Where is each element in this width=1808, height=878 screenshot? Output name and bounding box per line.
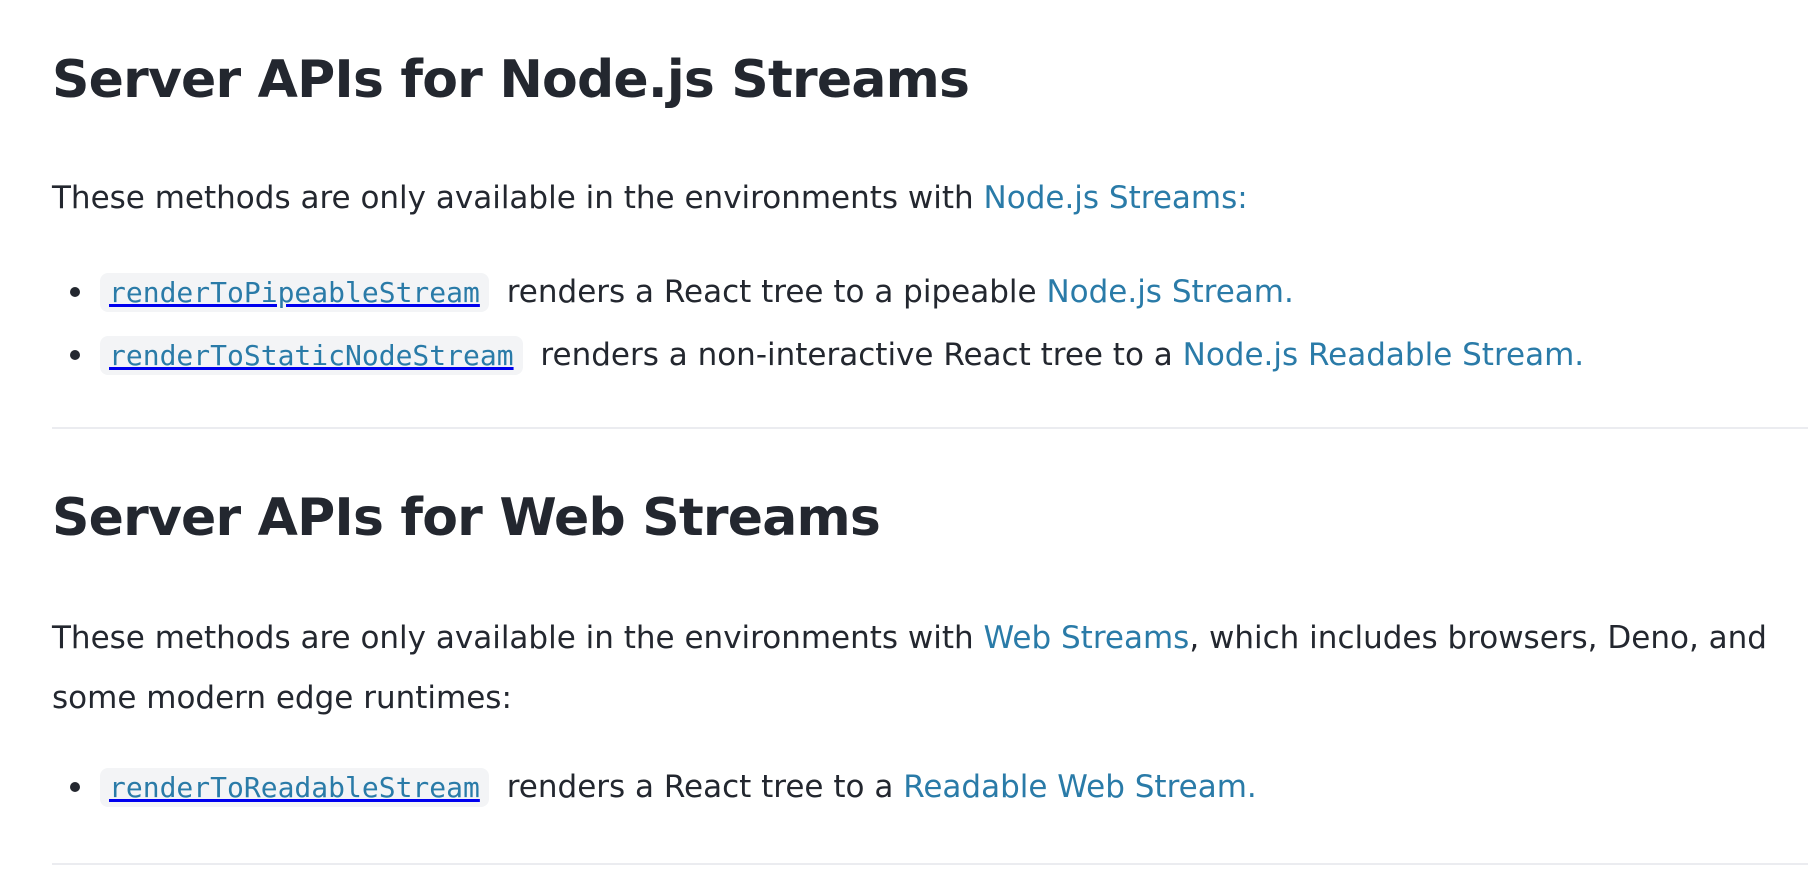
list-item-text: renders a React tree to a (496, 769, 904, 805)
readable-web-stream-link[interactable]: Readable Web Stream. (903, 769, 1257, 805)
web-streams-api-list: renderToReadableStream renders a React t… (52, 756, 1257, 819)
section-divider (52, 427, 1808, 429)
render-to-pipeable-stream-link[interactable]: renderToPipeableStream (100, 273, 497, 312)
list-item-text: renders a non-interactive React tree to … (530, 337, 1183, 373)
heading-node-streams: Server APIs for Node.js Streams (52, 50, 970, 110)
web-streams-intro-text: These methods are only available in the … (52, 620, 984, 656)
node-streams-intro: These methods are only available in the … (52, 168, 1772, 228)
heading-web-streams: Server APIs for Web Streams (52, 488, 881, 548)
node-streams-intro-text: These methods are only available in the … (52, 180, 984, 216)
api-code: renderToStaticNodeStream (100, 336, 523, 375)
api-code: renderToReadableStream (100, 768, 489, 807)
web-streams-link[interactable]: Web Streams (984, 620, 1190, 656)
render-to-readable-stream-link[interactable]: renderToReadableStream (100, 768, 497, 807)
render-to-static-node-stream-link[interactable]: renderToStaticNodeStream (100, 336, 531, 375)
bullet-icon (70, 782, 80, 792)
list-item: renderToStaticNodeStream renders a non-i… (52, 324, 1584, 387)
node-streams-api-list: renderToPipeableStream renders a React t… (52, 261, 1584, 387)
docs-page: Server APIs for Node.js Streams These me… (0, 0, 1808, 878)
bullet-icon (70, 350, 80, 360)
node-readable-stream-link[interactable]: Node.js Readable Stream. (1183, 337, 1585, 373)
list-item-text: renders a React tree to a pipeable (496, 274, 1047, 310)
node-streams-link[interactable]: Node.js Streams: (984, 180, 1248, 216)
list-item: renderToReadableStream renders a React t… (52, 756, 1257, 819)
api-code: renderToPipeableStream (100, 273, 489, 312)
node-stream-link[interactable]: Node.js Stream. (1046, 274, 1293, 310)
bullet-icon (70, 287, 80, 297)
web-streams-intro: These methods are only available in the … (52, 608, 1772, 728)
section-divider (52, 863, 1808, 865)
list-item: renderToPipeableStream renders a React t… (52, 261, 1584, 324)
